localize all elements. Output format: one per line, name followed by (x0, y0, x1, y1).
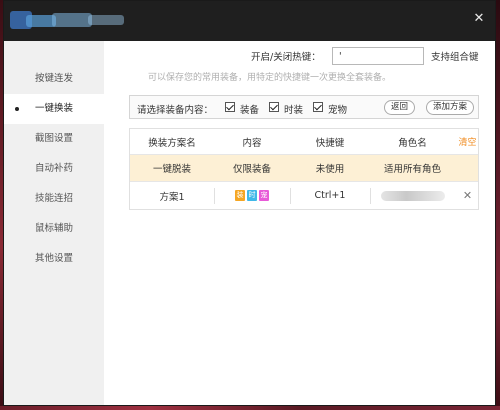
equipment-select-bar: 请选择装备内容： 装备 时装 宠物 返回 添加方案 (129, 95, 479, 119)
sidebar-item-other-settings[interactable]: 其他设置 (4, 244, 104, 274)
settings-window: ✕ 按键连发 一键换装 截图设置 自动补药 技能连招 鼠标辅助 其他设置 开启/… (3, 0, 496, 406)
sidebar-item-label: 一键换装 (35, 103, 74, 114)
row-plan-name: 方案1 (159, 191, 185, 203)
row-delete-cell: ✕ (455, 182, 480, 209)
table-row[interactable]: 一键脱装 仅限装备 未使用 适用所有角色 (130, 155, 478, 181)
row-role: 适用所有角色 (383, 164, 441, 175)
header-hotkey: 快捷键 (315, 137, 345, 149)
hotkey-input[interactable] (332, 47, 424, 65)
hotkey-label: 开启/关闭热键： (251, 52, 321, 63)
hint-text: 可以保存您的常用装备，用特定的快捷键一次更换全套装备。 (148, 73, 392, 83)
delete-icon[interactable]: ✕ (463, 189, 472, 202)
equipment-checkbox[interactable] (225, 102, 235, 112)
equipment-tag-icon: 装 (235, 190, 245, 201)
header-plan-name: 换装方案名 (148, 137, 196, 149)
close-icon: ✕ (473, 11, 485, 26)
sidebar-item-label: 技能连招 (35, 193, 74, 204)
sidebar-item-label: 自动补药 (35, 163, 74, 174)
row-plan-name: 一键脱装 (152, 164, 191, 175)
sidebar-item-label: 其他设置 (35, 253, 74, 264)
sidebar-item-screenshot[interactable]: 截图设置 (4, 124, 104, 154)
sidebar: 按键连发 一键换装 截图设置 自动补药 技能连招 鼠标辅助 其他设置 (4, 41, 104, 405)
back-button[interactable]: 返回 (384, 100, 415, 115)
title-bar[interactable]: ✕ (4, 1, 495, 41)
equipment-checkbox-label: 装备 (240, 105, 260, 116)
plan-table: 换装方案名 内容 快捷键 角色名 清空 一键脱装 仅限装备 未使用 适用所有角色… (129, 128, 479, 210)
close-button[interactable]: ✕ (471, 11, 487, 27)
pet-checkbox[interactable] (313, 102, 323, 112)
table-row[interactable]: 方案1 装 时 宠 Ctrl+1 ✕ (130, 181, 478, 209)
pet-tag-icon: 宠 (259, 190, 269, 201)
row-hotkey: 未使用 (315, 164, 345, 175)
clear-cell: 清空 (455, 129, 480, 154)
fashion-tag-icon: 时 (247, 190, 257, 201)
header-content: 内容 (242, 137, 262, 149)
table-header-row: 换装方案名 内容 快捷键 角色名 清空 (130, 129, 478, 155)
row-role-blurred (370, 182, 455, 209)
row-content-tags: 装 时 宠 (214, 182, 290, 209)
fashion-checkbox[interactable] (269, 102, 279, 112)
combo-key-label: 支持组合键 (431, 52, 479, 63)
sidebar-item-mouse-assist[interactable]: 鼠标辅助 (4, 214, 104, 244)
row-content: 仅限装备 (232, 164, 271, 175)
sidebar-item-label: 截图设置 (35, 133, 74, 144)
fashion-checkbox-label: 时装 (284, 105, 304, 116)
add-plan-button[interactable]: 添加方案 (426, 100, 474, 115)
clear-link[interactable]: 清空 (458, 135, 476, 148)
main-content: 开启/关闭热键： 支持组合键 可以保存您的常用装备，用特定的快捷键一次更换全套装… (104, 41, 495, 405)
header-role-name: 角色名 (398, 137, 427, 149)
pet-checkbox-label: 宠物 (328, 105, 348, 116)
sidebar-item-label: 鼠标辅助 (35, 223, 74, 234)
sidebar-item-key-repeat[interactable]: 按键连发 (4, 64, 104, 94)
sidebar-item-skill-combo[interactable]: 技能连招 (4, 184, 104, 214)
sidebar-item-label: 按键连发 (35, 73, 74, 84)
active-bullet-icon (15, 107, 19, 111)
row-hotkey: Ctrl+1 (314, 190, 346, 201)
blurred-role-name (380, 190, 445, 201)
select-content-label: 请选择装备内容： (137, 105, 214, 116)
desktop-background-bottom (0, 406, 500, 410)
sidebar-item-auto-potion[interactable]: 自动补药 (4, 154, 104, 184)
hotkey-row: 开启/关闭热键： 支持组合键 (104, 47, 495, 65)
sidebar-item-quick-equip[interactable]: 一键换装 (4, 94, 104, 124)
desktop-background-right (496, 0, 500, 410)
app-logo-blurred (8, 9, 128, 31)
